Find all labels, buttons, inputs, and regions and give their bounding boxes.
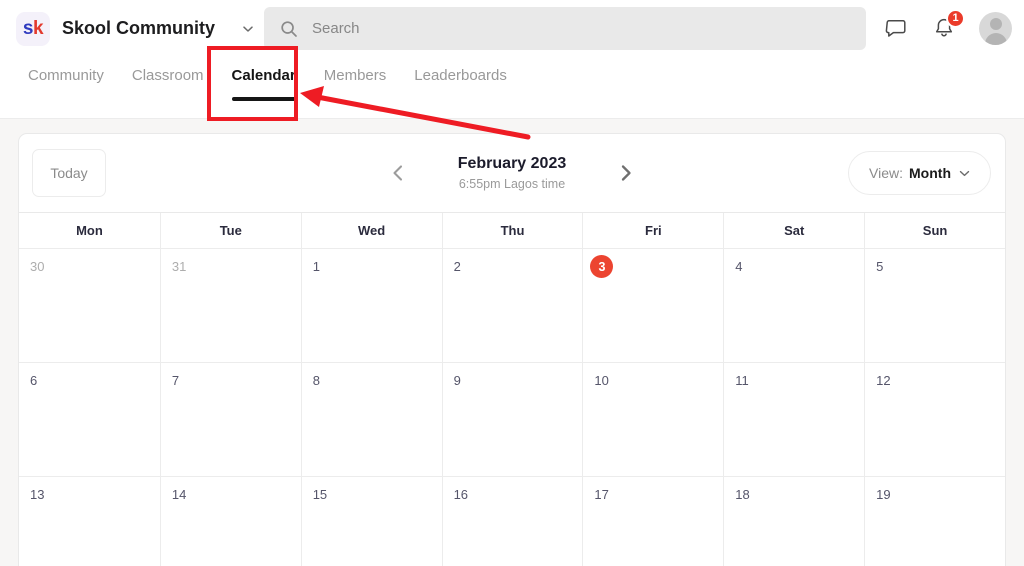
timezone-label: 6:55pm Lagos time [458,177,566,191]
chevron-right-icon[interactable] [613,160,639,186]
chevron-left-icon[interactable] [385,160,411,186]
tab-classroom-label: Classroom [131,67,204,84]
calendar-day-cell[interactable]: 11 [723,363,864,476]
nav-tab-list: Community Classroom Calendar Members Lea… [0,57,1024,119]
search-icon [280,20,298,38]
day-number: 2 [453,259,461,274]
weekday-sat: Sat [723,213,864,248]
weekday-mon: Mon [76,223,103,238]
day-number: 30 [30,259,45,274]
calendar-toolbar: Today February 2023 6:55pm Lagos time Vi… [19,134,1005,213]
brand-block[interactable]: sk Skool Community [16,11,257,46]
day-number: 18 [735,487,750,502]
header-actions: 1 [883,0,1012,57]
top-header-bar: sk Skool Community Search 1 [0,0,1024,57]
calendar-day-cell[interactable]: 19 [864,477,1005,566]
day-number: 10 [594,373,609,388]
view-selector-label: View: [869,165,904,181]
weekday-header-row: Mon Tue Wed Thu Fri Sat Sun [19,213,1005,249]
view-mode-selector[interactable]: View: Month [848,151,991,195]
tab-classroom[interactable]: Classroom [118,57,218,109]
calendar-day-cell[interactable]: 3 [582,249,723,362]
active-tab-underline [231,97,296,101]
calendar-day-cell[interactable]: 7 [159,363,301,476]
calendar-day-cell[interactable]: 30 [19,249,160,362]
calendar-day-cell[interactable]: 12 [864,363,1005,476]
calendar-week-row: 6 7 8 9 10 11 12 [19,363,1005,477]
logo-letter-k: k [33,17,44,39]
bell-icon[interactable]: 1 [931,8,965,42]
day-number: 6 [30,373,38,388]
day-number: 31 [171,259,187,274]
day-number: 19 [876,487,891,502]
day-number: 1 [312,259,320,274]
calendar-day-cell[interactable]: 6 [19,363,160,476]
weekday-fri: Fri [582,213,723,248]
today-date-badge: 3 [590,255,614,278]
community-name: Skool Community [62,18,216,38]
calendar-day-cell[interactable]: 5 [864,249,1005,362]
calendar-week-row: 30 31 1 2 3 4 5 [19,249,1005,363]
tab-calendar[interactable]: Calendar [218,57,310,109]
calendar-day-cell[interactable]: 13 [19,477,160,566]
today-button[interactable]: Today [32,149,106,197]
day-number: 4 [735,259,743,274]
calendar-card: Today February 2023 6:55pm Lagos time Vi… [18,133,1006,566]
avatar-body [984,33,1007,45]
tab-calendar-label: Calendar [231,67,296,84]
calendar-grid: 30 31 1 2 3 4 5 6 7 8 9 10 11 12 13 14 1… [19,249,1005,566]
calendar-day-cell[interactable]: 31 [159,249,301,362]
app-root: sk Skool Community Search 1 Community Cl… [0,0,1024,566]
tab-community[interactable]: Community [14,57,118,109]
day-number: 15 [312,487,328,502]
day-number: 7 [171,373,180,388]
calendar-day-cell[interactable]: 16 [441,477,583,566]
day-number: 9 [453,373,461,388]
chevron-down-icon[interactable] [239,20,257,38]
page-title: February 2023 [457,155,567,172]
day-number: 8 [312,373,320,388]
month-display: February 2023 6:55pm Lagos time [437,155,587,191]
calendar-day-cell[interactable]: 10 [582,363,723,476]
avatar[interactable] [979,12,1012,45]
main-navigation: Community Classroom Calendar Members Lea… [0,57,1024,119]
calendar-day-cell[interactable]: 14 [159,477,301,566]
logo-letter-s: s [22,17,34,39]
day-number: 13 [30,487,45,502]
tab-members[interactable]: Members [310,57,401,109]
search-placeholder: Search [312,20,360,37]
day-number: 16 [453,487,469,502]
day-number: 14 [171,487,187,502]
skool-logo-icon: sk [16,11,50,46]
calendar-day-cell[interactable]: 8 [300,363,442,476]
weekday-sun: Sun [864,213,1005,248]
tab-community-label: Community [28,67,104,84]
calendar-week-row: 13 14 15 16 17 18 19 [19,477,1005,566]
search-input[interactable]: Search [264,7,866,50]
day-number: 12 [876,373,891,388]
chat-bubble-icon[interactable] [883,16,909,42]
view-selector-value: Month [909,165,951,181]
notification-count-badge: 1 [946,8,965,28]
day-number: 5 [876,259,884,274]
month-navigator: February 2023 6:55pm Lagos time [385,155,639,191]
weekday-tue: Tue [159,213,301,248]
day-number: 17 [594,487,609,502]
calendar-day-cell[interactable]: 4 [723,249,864,362]
chevron-down-icon [959,168,970,179]
tab-members-label: Members [323,67,387,84]
weekday-wed: Wed [300,213,442,248]
calendar-day-cell[interactable]: 18 [723,477,864,566]
calendar-day-cell[interactable]: 1 [300,249,442,362]
tab-leaderboards-label: Leaderboards [414,67,507,84]
calendar-day-cell[interactable]: 2 [441,249,583,362]
avatar-head [989,18,1002,30]
day-number: 11 [735,373,749,388]
calendar-day-cell[interactable]: 15 [300,477,442,566]
calendar-day-cell[interactable]: 17 [582,477,723,566]
calendar-day-cell[interactable]: 9 [441,363,583,476]
weekday-thu: Thu [441,213,583,248]
tab-leaderboards[interactable]: Leaderboards [400,57,521,109]
